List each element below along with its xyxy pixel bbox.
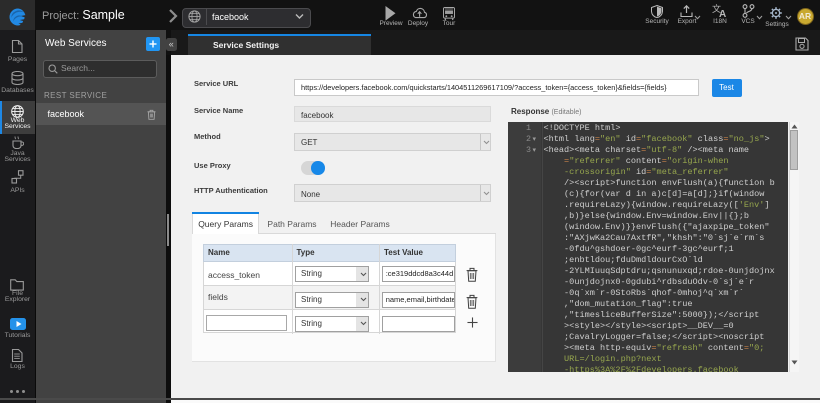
- svg-text:A: A: [719, 9, 726, 18]
